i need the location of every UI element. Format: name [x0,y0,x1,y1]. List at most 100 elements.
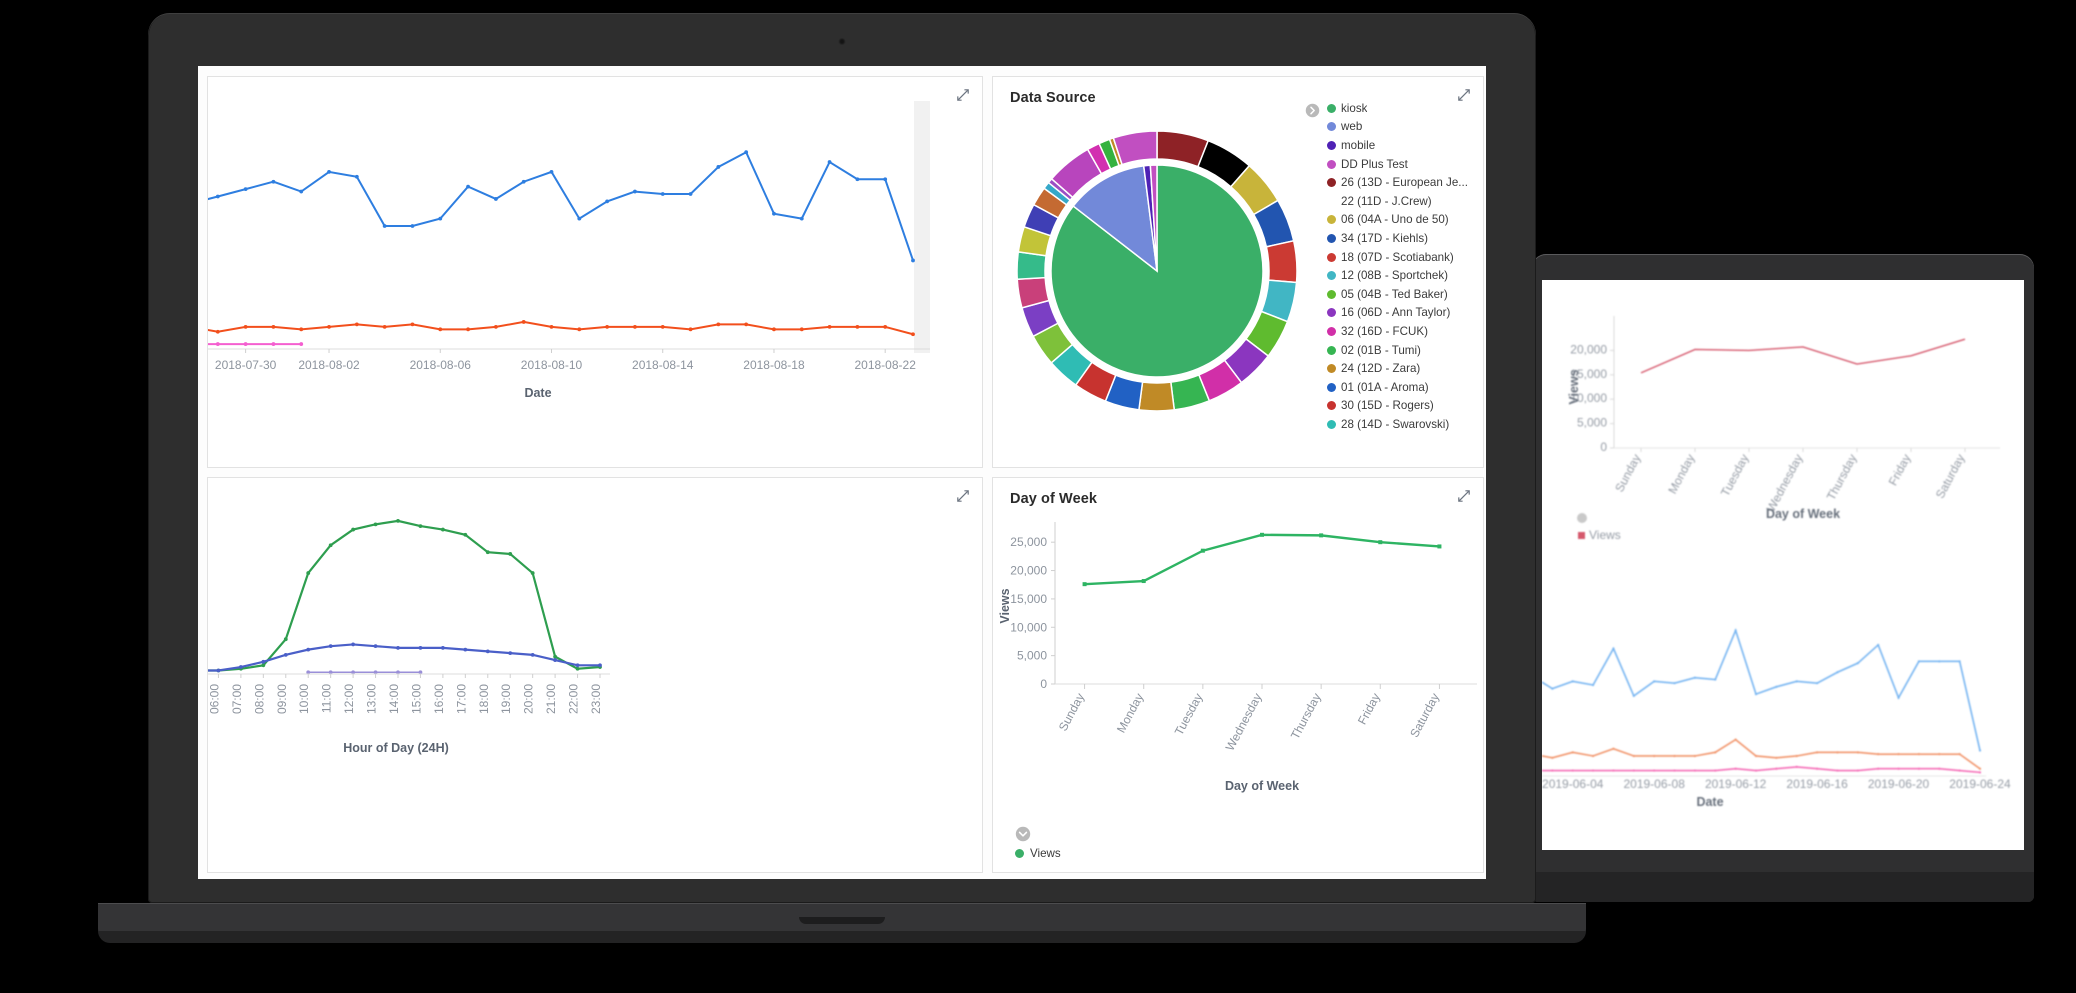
svg-text:15,000: 15,000 [1010,592,1047,606]
svg-text:2019-06-08: 2019-06-08 [1623,777,1685,791]
svg-text:2018-08-18: 2018-08-18 [743,358,805,372]
svg-text:Thursday: Thursday [1288,691,1324,742]
svg-text:Views: Views [1567,369,1581,404]
svg-text:Day of Week: Day of Week [1225,779,1299,793]
legend-item[interactable]: 18 (07D - Scotiabank) [1327,248,1481,267]
svg-text:25,000: 25,000 [1010,535,1047,549]
legend-item[interactable]: 28 (14D - Swarovski) [1327,415,1481,434]
legend-item-label: 16 (06D - Ann Taylor) [1341,306,1451,320]
svg-text:2019-06-24: 2019-06-24 [1949,777,2011,791]
svg-text:Tuesday: Tuesday [1718,452,1752,499]
legend-item[interactable]: kiosk [1327,99,1481,118]
laptop-base [98,903,1586,943]
legend-item[interactable]: 26 (13D - European Je... [1327,173,1481,192]
panel-day-chart: Day of Week 0 5,000 10,000 15,000 20,000 25,0… [992,477,1484,873]
legend-item[interactable]: 06 (04A - Uno de 50) [1327,211,1481,230]
legend-item[interactable]: web [1327,118,1481,137]
hour-of-day-line-chart[interactable]: 05:0006:0007:0008:0009:0010:0011:0012:00… [208,478,983,873]
svg-text:13:00: 13:00 [365,684,379,714]
legend-item[interactable]: 32 (16D - FCUK) [1327,322,1481,341]
secondary-monitor-screen: 0 5,000 10,000 15,000 20,000 Views Sunday Monda… [1542,280,2024,850]
legend-item-label: 22 (11D - J.Crew) [1341,194,1432,208]
chevron-down-circle-icon[interactable] [1015,826,1031,846]
svg-text:15:00: 15:00 [409,684,423,714]
legend-item[interactable]: 30 (15D - Rogers) [1327,397,1481,416]
svg-text:09:00: 09:00 [275,684,289,714]
legend-item-label: 32 (16D - FCUK) [1341,324,1428,338]
monitor2-day-of-week-chart: 05,00010,00015,00020,000ViewsSunday Monda… [1567,316,2000,542]
legend-color-swatch [1327,308,1336,318]
svg-text:2019-06-20: 2019-06-20 [1868,777,1930,791]
legend-item-label: 34 (17D - Kiehls) [1341,231,1428,245]
chevron-right-circle-icon[interactable] [1305,103,1320,118]
legend-item[interactable]: 05 (04B - Ted Baker) [1327,285,1481,304]
svg-text:06:00: 06:00 [208,684,221,714]
legend-item[interactable]: 24 (12D - Zara) [1327,359,1481,378]
panel-date-chart: 2018-07-30 2018-08-02 2018-08-06 2018-08-10… [207,76,983,468]
svg-text:22:00: 22:00 [567,684,581,714]
svg-text:Day of Week: Day of Week [1766,507,1840,521]
svg-text:0: 0 [1600,440,1607,454]
legend-item-views[interactable]: Views [1015,847,1061,860]
legend-color-swatch [1327,252,1336,262]
legend-item-label: 01 (01A - Aroma) [1341,380,1429,394]
legend-color-swatch [1327,271,1336,281]
svg-text:Friday: Friday [1355,691,1383,727]
svg-text:5,000: 5,000 [1017,649,1047,663]
legend-item-label: 24 (12D - Zara) [1341,362,1421,376]
legend-item[interactable]: 12 (08B - Sportchek) [1327,266,1481,285]
date-line-chart-canvas[interactable]: 2018-07-30 2018-08-02 2018-08-06 2018-08-10… [208,77,983,468]
legend-item[interactable]: 22 (11D - J.Crew) [1327,192,1481,211]
laptop-screen: 2018-07-30 2018-08-02 2018-08-06 2018-08-10… [198,66,1486,879]
legend-item[interactable]: DD Plus Test [1327,155,1481,174]
expand-arrows-icon[interactable] [956,88,970,102]
legend-color-swatch [1327,364,1336,374]
panel-data-source-title: Data Source [1010,90,1096,106]
svg-text:11:00: 11:00 [320,684,334,713]
legend-color-swatch [1327,345,1336,355]
svg-text:2018-08-14: 2018-08-14 [632,358,694,372]
legend-item-label: web [1341,120,1363,134]
svg-text:Sunday: Sunday [1056,691,1087,734]
legend-color-swatch [1327,215,1336,225]
secondary-monitor: 0 5,000 10,000 15,000 20,000 Views Sunday Monda… [1532,254,2034,902]
expand-arrows-icon[interactable] [956,489,970,503]
svg-text:Date: Date [524,386,551,400]
svg-text:Sunday: Sunday [1612,452,1643,495]
day-of-week-line-chart[interactable]: 0 5,000 10,000 15,000 20,000 25,000 Views Sunda… [993,508,1484,838]
monitor2-date-chart: 2019-06-04 2019-06-08 2019-06-12 2019-06-16… [1542,628,2011,809]
svg-text:10,000: 10,000 [1010,620,1047,634]
svg-text:20,000: 20,000 [1010,564,1047,578]
expand-arrows-icon[interactable] [1457,489,1471,503]
legend-item-label: Views [1030,847,1061,860]
legend-item[interactable]: 01 (01A - Aroma) [1327,378,1481,397]
legend-color-swatch [1327,326,1336,336]
laptop-base-notch [799,917,885,924]
laptop-base-strip [98,931,1586,943]
legend-item[interactable]: 02 (01B - Tumi) [1327,341,1481,360]
legend-item[interactable]: 34 (17D - Kiehls) [1327,229,1481,248]
screenshot-stage: 0 5,000 10,000 15,000 20,000 Views Sunday Monda… [0,0,2076,993]
svg-text:21:00: 21:00 [544,684,558,714]
legend-color-swatch [1327,419,1336,429]
legend-color-swatch [1327,197,1336,206]
legend-color-swatch [1327,103,1336,113]
svg-text:07:00: 07:00 [230,684,244,714]
svg-text:Tuesday: Tuesday [1172,691,1206,738]
svg-text:2018-08-02: 2018-08-02 [298,358,360,372]
svg-text:Hour of Day (24H): Hour of Day (24H) [343,741,449,755]
svg-text:12:00: 12:00 [342,684,356,714]
data-source-donut-chart[interactable] [1007,121,1307,421]
svg-text:2019-06-12: 2019-06-12 [1705,777,1767,791]
webcam-icon [838,38,846,45]
legend-item[interactable]: 16 (06D - Ann Taylor) [1327,304,1481,323]
legend-item-label: 12 (08B - Sportchek) [1341,269,1448,283]
svg-text:Wednesday: Wednesday [1764,452,1806,514]
legend-item[interactable]: mobile [1327,136,1481,155]
svg-text:14:00: 14:00 [387,684,401,714]
svg-text:2019-06-04: 2019-06-04 [1542,777,1604,791]
svg-text:2018-07-30: 2018-07-30 [215,358,277,372]
day-chart-legend: Views [1015,826,1061,860]
svg-text:Thursday: Thursday [1824,452,1860,503]
legend-item-list: kiosk web mobile DD Plus Test 26 (13D - Euro… [1327,99,1481,434]
